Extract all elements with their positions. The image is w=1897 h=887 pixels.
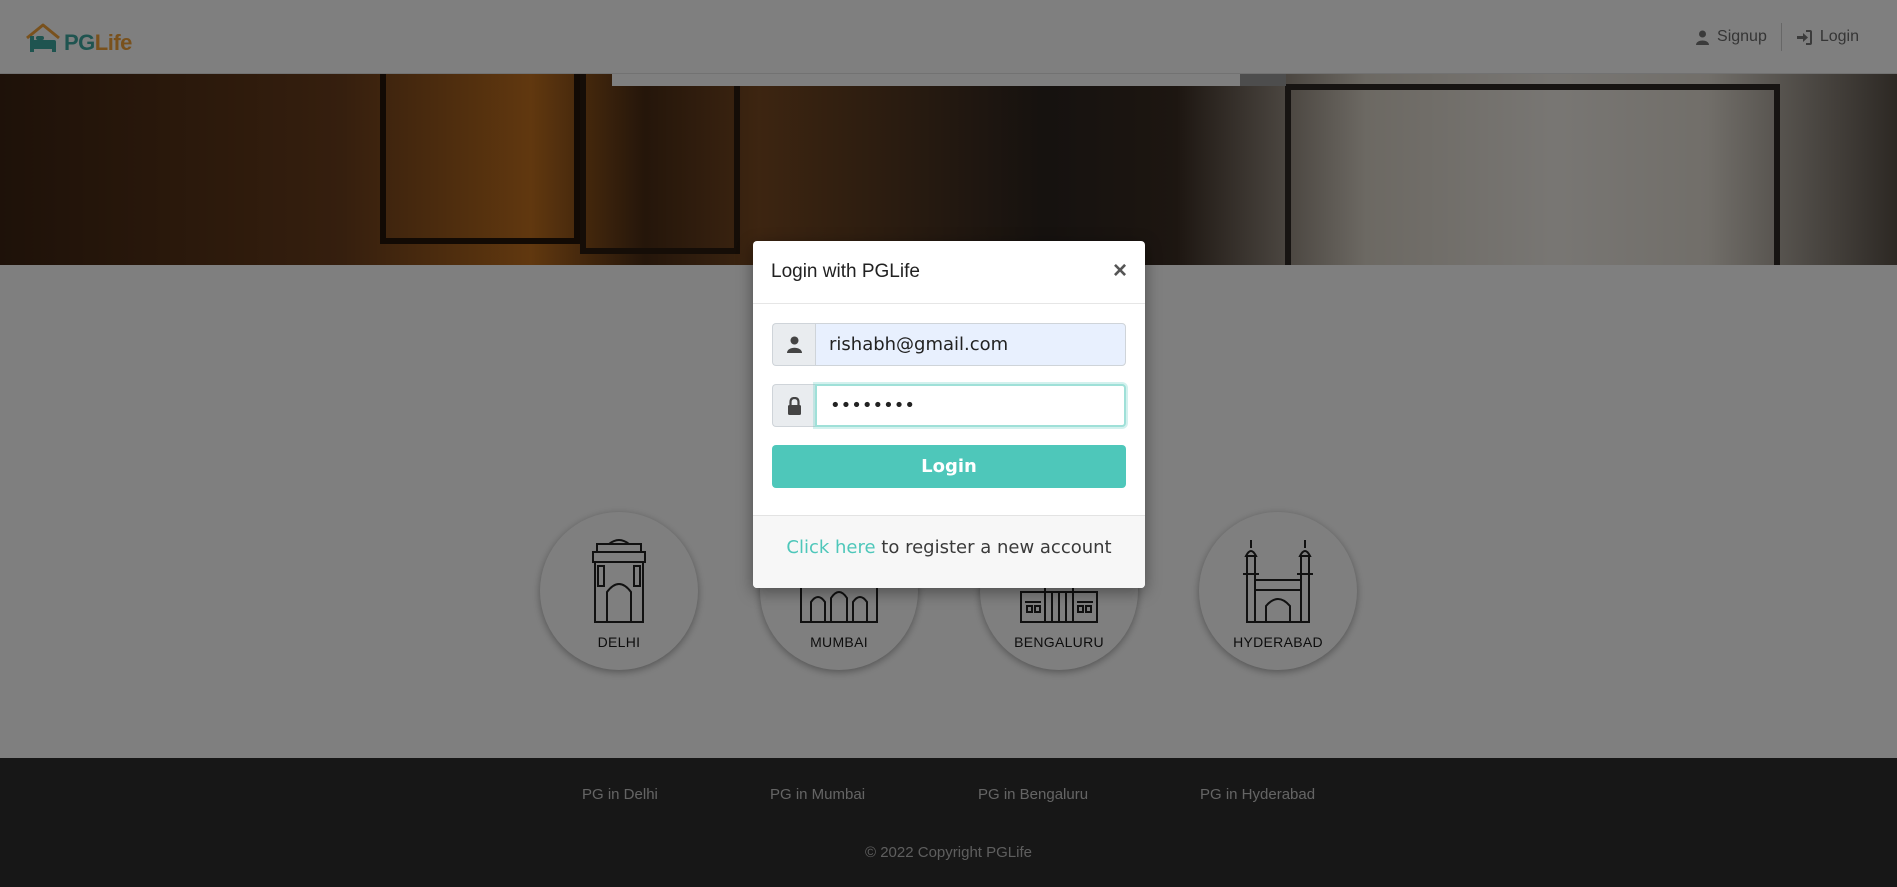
email-addon [772, 323, 815, 366]
register-text: to register a new account [875, 537, 1112, 558]
lock-icon [787, 396, 801, 415]
login-button[interactable]: Login [772, 445, 1126, 488]
modal-header: Login with PGLife × [753, 241, 1145, 304]
password-input-group [772, 384, 1126, 427]
modal-footer: Click here to register a new account [753, 515, 1145, 588]
close-icon[interactable]: × [1113, 257, 1127, 285]
password-addon [772, 384, 815, 427]
email-input-group [772, 323, 1126, 366]
login-modal: Login with PGLife × Login Click he [753, 241, 1145, 588]
email-field[interactable] [815, 323, 1126, 366]
user-icon [786, 336, 802, 353]
register-link[interactable]: Click here [786, 537, 875, 558]
modal-title: Login with PGLife [771, 261, 920, 282]
modal-body: Login [753, 304, 1145, 515]
password-field[interactable] [815, 384, 1126, 427]
